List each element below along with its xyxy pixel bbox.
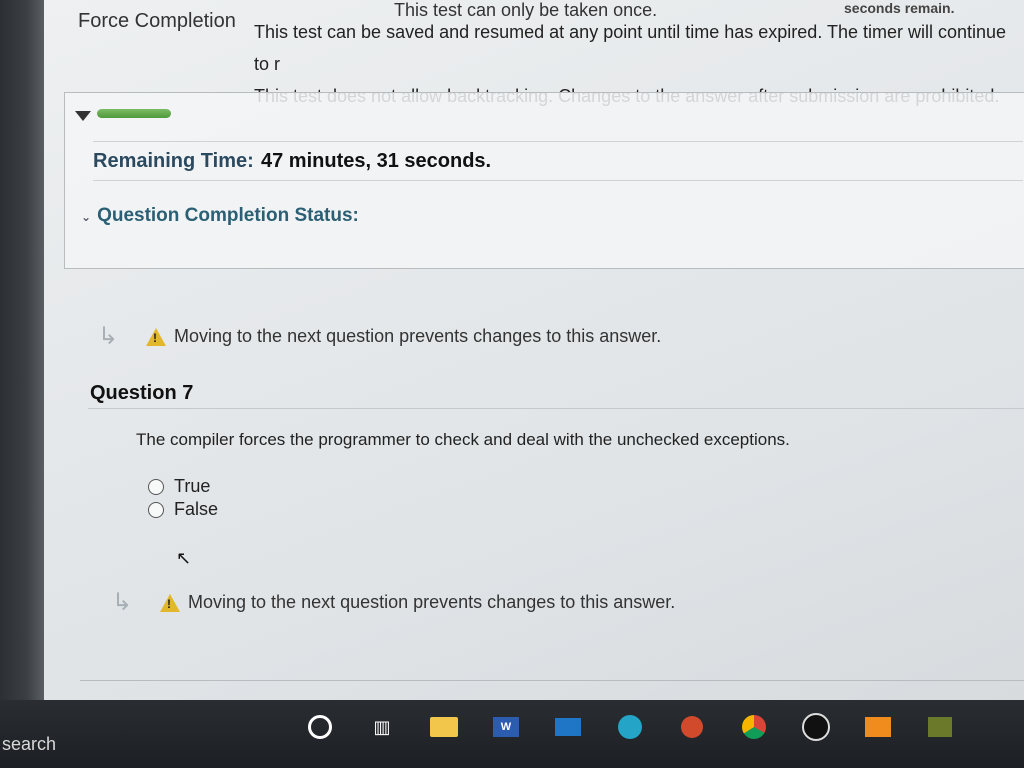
radio-false[interactable] — [148, 501, 164, 518]
collapse-toggle-icon[interactable] — [75, 111, 91, 121]
time-remaining-partial: seconds remain. — [844, 0, 955, 16]
timer-progress-bar — [97, 109, 171, 118]
question-title: Question 7 — [90, 382, 194, 404]
warning-row-top: ↳ ! Moving to the next question prevents… — [98, 322, 661, 351]
radio-true[interactable] — [148, 478, 164, 495]
test-status-panel: Remaining Time: 47 minutes, 31 seconds. … — [64, 92, 1024, 269]
taskbar-search-box[interactable]: search — [2, 734, 56, 755]
mail-icon[interactable] — [548, 710, 588, 744]
question-text: The compiler forces the programmer to ch… — [136, 430, 790, 449]
remaining-time-row: Remaining Time: 47 minutes, 31 seconds. — [93, 141, 1023, 181]
task-view-icon[interactable]: ▥ — [362, 710, 402, 744]
teams-icon[interactable] — [858, 710, 898, 744]
warning-icon: ! — [160, 593, 180, 612]
page-bottom-border — [80, 680, 1024, 681]
arrow-return-icon: ↳ — [112, 589, 133, 616]
taskbar-icons: ▥ W — [300, 710, 960, 744]
option-true[interactable]: True — [148, 476, 210, 497]
warning-icon: ! — [146, 327, 166, 346]
option-false[interactable]: False — [148, 499, 218, 520]
windows-taskbar: search ▥ W — [0, 700, 1024, 768]
option-false-label: False — [174, 499, 219, 519]
powerpoint-icon[interactable] — [672, 710, 712, 744]
pen-icon[interactable] — [920, 710, 960, 744]
file-explorer-icon[interactable] — [424, 710, 464, 744]
chrome-icon[interactable] — [734, 710, 774, 744]
edge-icon[interactable] — [610, 710, 650, 744]
warning-text-top: Moving to the next question prevents cha… — [174, 326, 662, 346]
screen-bezel — [0, 0, 44, 700]
force-completion-label: Force Completion — [78, 10, 236, 32]
warning-row-bottom: ↳ ! Moving to the next question prevents… — [112, 588, 675, 617]
app-icon[interactable] — [796, 710, 836, 744]
force-completion-line-1: This test can be saved and resumed at an… — [254, 22, 1007, 74]
cortana-icon[interactable] — [300, 710, 340, 744]
option-true-label: True — [174, 476, 211, 496]
chevron-down-icon: ⌄ — [81, 210, 92, 224]
test-page: This test can only be taken once. second… — [44, 0, 1024, 700]
question-divider — [88, 408, 1024, 409]
warning-text-bottom: Moving to the next question prevents cha… — [188, 592, 676, 612]
question-completion-status-toggle[interactable]: ⌄ Question Completion Status: — [81, 205, 359, 227]
question-completion-status-label: Question Completion Status: — [97, 205, 359, 226]
word-icon[interactable]: W — [486, 710, 526, 744]
arrow-return-icon: ↳ — [98, 323, 119, 350]
mouse-cursor-icon: ↖ — [176, 548, 192, 568]
remaining-time-label: Remaining Time: — [93, 150, 254, 172]
remaining-time-value: 47 minutes, 31 seconds. — [261, 150, 492, 172]
